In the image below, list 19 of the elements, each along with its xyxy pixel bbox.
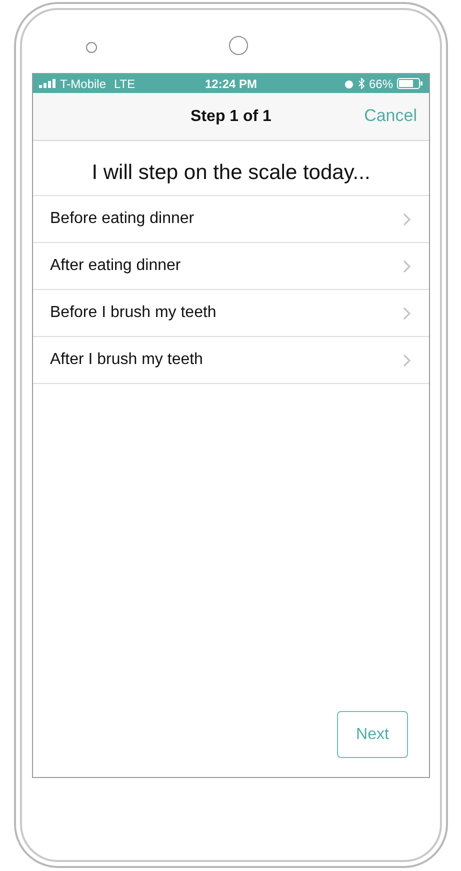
bluetooth-icon: [358, 78, 365, 89]
chevron-icon: [403, 212, 411, 226]
option-row[interactable]: Before eating dinner: [33, 195, 429, 243]
chevron-icon: [403, 354, 411, 366]
speaker-icon: [86, 42, 97, 53]
nav-title: Step 1 of 1: [190, 108, 272, 126]
option-row[interactable]: Before I brush my teeth: [33, 290, 429, 337]
network-label: LTE: [114, 76, 136, 90]
battery-icon: [397, 78, 423, 89]
option-row[interactable]: After I brush my teeth: [33, 337, 429, 384]
chevron-icon: [403, 260, 411, 272]
status-time: 12:24 PM: [204, 76, 258, 90]
chevron-icon: [403, 306, 411, 320]
question-text: I will step on the scale today...: [90, 161, 372, 185]
battery-percent: 66%: [368, 76, 393, 90]
camera-icon: [229, 36, 248, 55]
carrier-label: T-Mobile: [60, 76, 106, 90]
option-row[interactable]: After eating dinner: [33, 243, 429, 290]
signal-icon: [39, 79, 56, 88]
